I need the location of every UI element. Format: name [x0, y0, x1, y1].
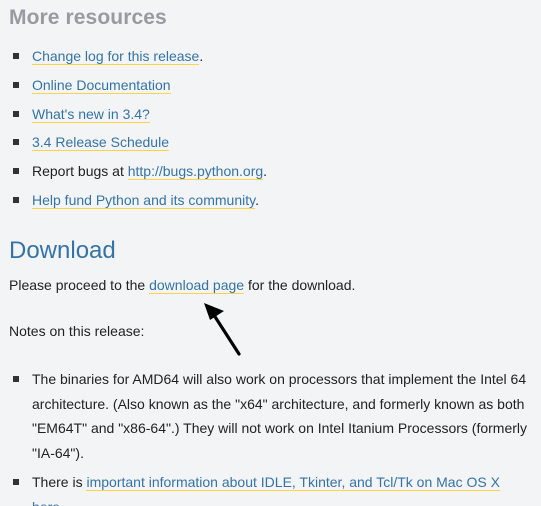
online-documentation-link[interactable]: Online Documentation — [32, 77, 171, 94]
bullet-icon — [13, 53, 19, 59]
amd64-note: The binaries for AMD64 will also work on… — [32, 371, 528, 461]
help-fund-link[interactable]: Help fund Python and its community — [32, 192, 256, 209]
mac-osx-info-link[interactable]: important information about IDLE, Tkinte… — [32, 474, 500, 506]
changelog-link[interactable]: Change log for this release — [32, 48, 200, 65]
notes-heading: Notes on this release: — [9, 323, 145, 339]
download-instructions: Please proceed to the download page for … — [9, 277, 356, 294]
bullet-icon — [13, 82, 19, 88]
release-schedule-link[interactable]: 3.4 Release Schedule — [32, 134, 169, 151]
bullet-icon — [13, 197, 19, 203]
more-resources-heading: More resources — [9, 6, 167, 29]
bullet-icon — [13, 111, 19, 117]
bullet-icon — [13, 139, 19, 145]
bullet-icon — [13, 376, 19, 382]
download-heading: Download — [9, 237, 116, 264]
annotation-arrow-icon — [204, 303, 241, 356]
bullet-icon — [13, 168, 19, 174]
bullet-icon — [13, 479, 19, 485]
whats-new-link[interactable]: What's new in 3.4? — [32, 106, 150, 123]
bug-tracker-link[interactable]: http://bugs.python.org — [127, 163, 264, 180]
download-page-link[interactable]: download page — [149, 277, 245, 294]
